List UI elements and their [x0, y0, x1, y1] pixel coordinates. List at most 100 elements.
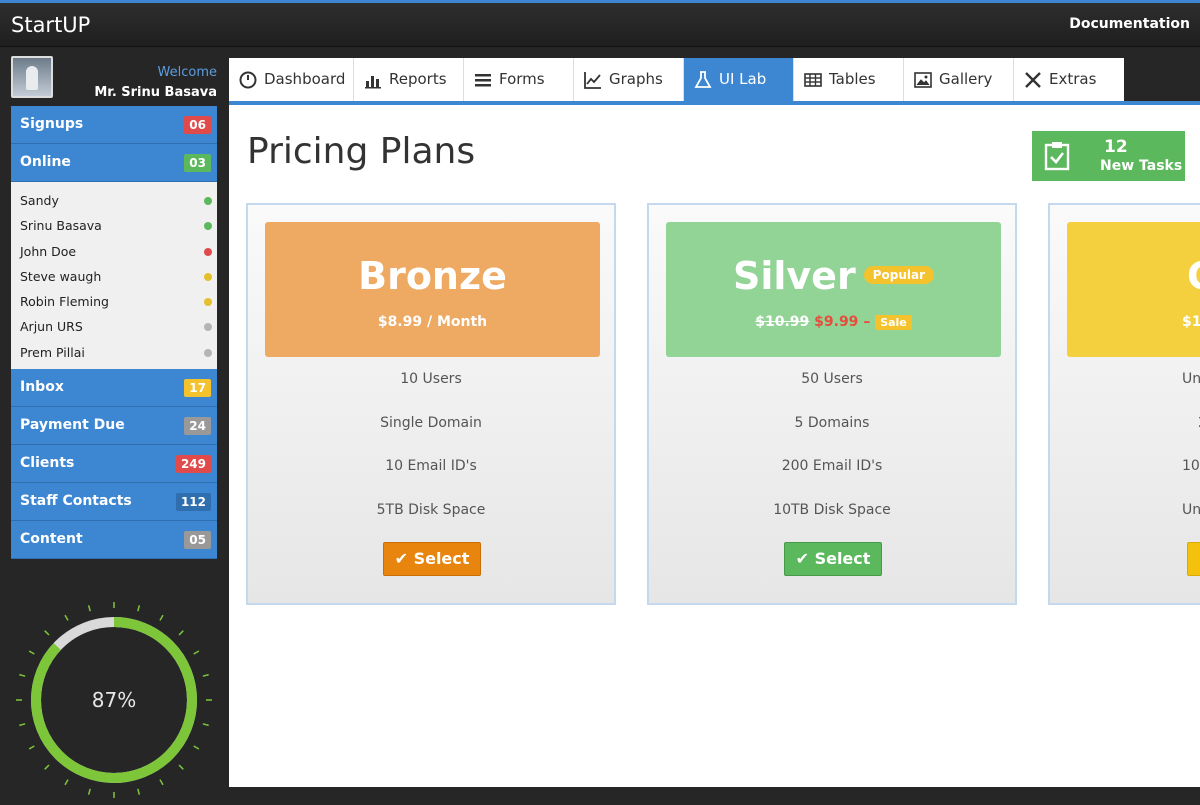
tab-label: Extras: [1049, 70, 1097, 88]
sidebar-item-payment-due[interactable]: Payment Due 24: [11, 407, 217, 446]
tab-gallery[interactable]: Gallery: [904, 58, 1014, 101]
pricing-card-bronze: Bronze $8.99 / Month 10 Users Single Dom…: [246, 203, 616, 605]
online-user-row[interactable]: Srinu Basava: [11, 213, 217, 238]
gauge-tick: [137, 788, 141, 795]
documentation-link[interactable]: Documentation: [1069, 16, 1190, 32]
plan-feature: 200 Email ID's: [781, 458, 883, 474]
online-user-row[interactable]: John Doe: [11, 239, 217, 264]
sidebar-item-content[interactable]: Content 05: [11, 521, 217, 560]
tab-label: Graphs: [609, 70, 663, 88]
online-user-row[interactable]: Arjun URS: [11, 314, 217, 339]
bar-chart-icon: [365, 76, 381, 89]
gauge-tick: [178, 630, 184, 636]
online-user-name: Sandy: [20, 193, 59, 208]
popular-badge: Popular: [863, 265, 934, 284]
pricing-card-silver: Silver Popular $10.99 $9.99 – Sale 50 Use…: [647, 203, 1017, 605]
online-user-name: John Doe: [20, 243, 77, 259]
gauge-tick: [28, 745, 35, 750]
plan-feature: 5 Domains: [794, 415, 870, 431]
tab-label: Gallery: [939, 70, 993, 88]
dashboard-icon: [239, 71, 257, 89]
online-badge: 03: [184, 154, 211, 172]
sidebar-item-signups[interactable]: Signups 06: [11, 106, 217, 144]
staff-contacts-badge: 112: [175, 493, 211, 512]
gauge-tick: [193, 650, 200, 655]
online-user-name: Srinu Basava: [20, 218, 102, 234]
status-dot: [204, 272, 212, 281]
welcome-text: Welcome: [157, 65, 217, 80]
status-dot: [204, 298, 212, 307]
plan-header: Silver Popular $10.99 $9.99 – Sale: [666, 222, 1001, 357]
online-user-row[interactable]: Steve waugh: [11, 264, 217, 289]
sidebar-item-inbox[interactable]: Inbox 17: [11, 369, 217, 408]
status-dot: [204, 222, 212, 231]
signups-badge: 06: [184, 116, 211, 134]
tab-forms[interactable]: Forms: [464, 58, 574, 101]
plan-header: Bronze $8.99 / Month: [265, 222, 600, 357]
image-icon: [914, 72, 932, 88]
status-dot: [204, 247, 212, 256]
sidebar-item-staff-contacts[interactable]: Staff Contacts 112: [11, 483, 217, 522]
plan-feature: 50 Users: [801, 371, 863, 387]
table-icon: [804, 73, 822, 87]
status-dot: [204, 197, 212, 205]
gauge-tick: [19, 723, 26, 727]
sidebar-item-label: Staff Contacts: [20, 493, 132, 510]
sale-badge: Sale: [875, 315, 912, 330]
gauge-tick: [87, 605, 91, 612]
plan-header: G $1: [1067, 222, 1200, 357]
tab-label: Reports: [389, 70, 447, 88]
gauge-label: 87%: [92, 688, 136, 712]
plan-name: G: [1187, 254, 1200, 298]
sidebar-item-label: Content: [20, 531, 83, 548]
select-button[interactable]: [1187, 542, 1200, 576]
brand-logo[interactable]: StartUP: [11, 13, 90, 37]
new-tasks-tile[interactable]: 12 New Tasks: [1032, 131, 1185, 181]
price-separator: –: [863, 314, 871, 330]
tab-graphs[interactable]: Graphs: [574, 58, 684, 101]
status-dot: [204, 323, 212, 332]
clipboard-check-icon: [1044, 142, 1070, 171]
tasks-count: 12: [1104, 137, 1128, 157]
gauge-tick: [193, 745, 200, 750]
tools-icon: [1025, 72, 1041, 88]
gauge-tick: [202, 673, 209, 677]
gauge-tick: [19, 673, 26, 677]
plan-feature: 10 Users: [400, 371, 462, 387]
gauge-tick: [159, 779, 164, 786]
gauge-tick: [202, 723, 209, 727]
status-dot: [204, 348, 212, 357]
progress-gauge: 87%: [16, 602, 212, 798]
user-block: Welcome Mr. Srinu Basava: [11, 56, 217, 106]
content-badge: 05: [184, 531, 211, 550]
tab-dashboard[interactable]: Dashboard: [229, 58, 354, 101]
online-user-row[interactable]: Prem Pillai: [11, 340, 217, 365]
gauge-tick: [64, 779, 69, 786]
sidebar-item-label: Online: [20, 154, 71, 170]
plan-feature: 10: [1182, 458, 1200, 474]
tab-tables[interactable]: Tables: [794, 58, 904, 101]
old-price: $10.99: [755, 314, 810, 330]
sidebar-item-online[interactable]: Online 03: [11, 144, 217, 182]
tab-ui-lab[interactable]: UI Lab: [684, 58, 794, 101]
plan-feature: 10 Email ID's: [385, 458, 477, 474]
avatar[interactable]: [11, 56, 53, 98]
plan-feature: Unl: [1182, 502, 1200, 518]
plan-name: Silver: [732, 254, 856, 298]
select-button[interactable]: ✔ Select: [784, 542, 882, 576]
tab-extras[interactable]: Extras: [1014, 58, 1124, 101]
tab-reports[interactable]: Reports: [354, 58, 464, 101]
plan-price: $8.99 / Month: [377, 314, 488, 330]
page-title: Pricing Plans: [247, 131, 476, 172]
select-button-label: Select: [413, 549, 470, 568]
select-button[interactable]: ✔ Select: [383, 542, 481, 576]
check-icon: ✔: [394, 549, 408, 568]
gauge-tick: [28, 650, 35, 655]
inbox-badge: 17: [184, 379, 211, 398]
sidebar-item-label: Signups: [20, 116, 84, 132]
online-user-row[interactable]: Sandy: [11, 188, 217, 213]
new-price: $9.99: [814, 314, 859, 330]
online-user-row[interactable]: Robin Fleming: [11, 289, 217, 314]
sidebar-item-clients[interactable]: Clients 249: [11, 445, 217, 484]
online-users-list: Sandy Srinu Basava John Doe Steve waugh …: [11, 182, 217, 370]
